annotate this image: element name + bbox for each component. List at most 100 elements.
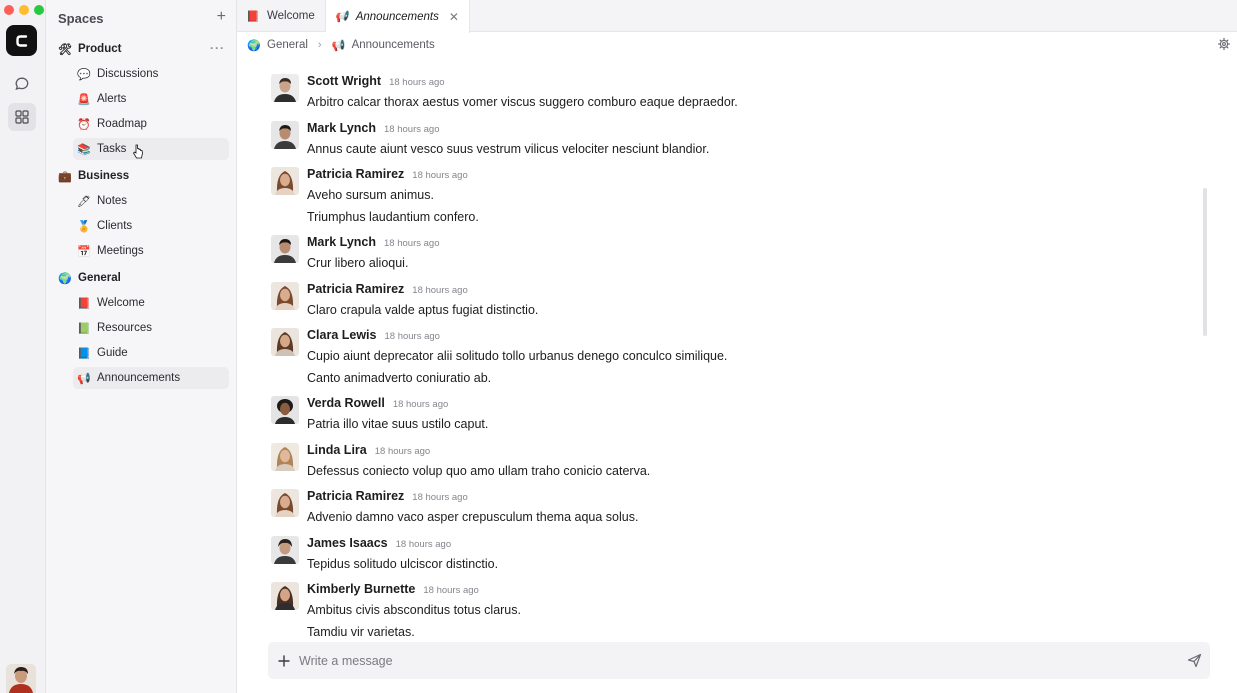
sidebar-item-label: Guide xyxy=(97,347,128,359)
sidebar-item-meetings[interactable]: 📅 Meetings xyxy=(73,240,229,262)
message-text: Advenio damno vaco asper crepusculum the… xyxy=(307,510,639,524)
message-timestamp: 18 hours ago xyxy=(395,539,452,550)
message-author[interactable]: Clara Lewis xyxy=(307,328,376,342)
user-avatar[interactable] xyxy=(6,664,36,693)
sidebar-item-label: Clients xyxy=(97,220,133,232)
avatar[interactable] xyxy=(271,328,299,356)
avatar[interactable] xyxy=(271,536,299,564)
message-timestamp: 18 hours ago xyxy=(392,399,449,410)
message-composer: Write a message xyxy=(268,642,1210,679)
avatar[interactable] xyxy=(271,74,299,102)
message-timestamp: 18 hours ago xyxy=(389,77,445,88)
books-icon: 📚 xyxy=(77,143,91,156)
message-author[interactable]: Mark Lynch xyxy=(307,121,376,135)
message-input[interactable]: Write a message xyxy=(299,654,1187,668)
sidebar-item-resources[interactable]: 📗 Resources xyxy=(73,317,229,339)
more-options-button[interactable]: ··· xyxy=(210,41,225,55)
message-author[interactable]: James Isaacs xyxy=(307,536,388,550)
sidebar-item-roadmap[interactable]: ⏰ Roadmap xyxy=(73,113,229,135)
app-logo[interactable] xyxy=(6,25,37,56)
message-timestamp: 18 hours ago xyxy=(412,492,468,503)
siren-icon: 🚨 xyxy=(77,93,91,106)
message-text: Crur libero alioqui. xyxy=(307,256,409,270)
plus-icon[interactable] xyxy=(278,654,290,667)
group-label: Business xyxy=(78,170,130,182)
sidebar-item-discussions[interactable]: 💬 Discussions xyxy=(73,63,229,85)
megaphone-icon: 📢 xyxy=(77,372,91,385)
tab-announcements[interactable]: 📢 Announcements ✕ xyxy=(325,0,470,33)
message-author[interactable]: Linda Lira xyxy=(307,443,367,457)
avatar[interactable] xyxy=(271,396,299,424)
group-product[interactable]: 🛠 Product ··· xyxy=(54,38,229,60)
main-panel: 📕 Welcome 📢 Announcements ✕ 🌍 General › … xyxy=(237,0,1237,693)
message-timestamp: 18 hours ago xyxy=(384,331,440,342)
send-icon[interactable] xyxy=(1187,653,1202,668)
avatar[interactable] xyxy=(271,489,299,517)
add-space-button[interactable]: + xyxy=(217,9,226,25)
sidebar-item-announcements[interactable]: 📢 Announcements xyxy=(73,367,229,389)
avatar[interactable] xyxy=(271,582,299,610)
message-text: Tamdiu vir varietas. xyxy=(307,625,415,639)
message-author[interactable]: Patricia Ramirez xyxy=(307,489,404,503)
close-tab-button[interactable]: ✕ xyxy=(449,10,459,24)
sidebar-item-alerts[interactable]: 🚨 Alerts xyxy=(73,88,229,110)
spaces-nav-button[interactable] xyxy=(8,103,36,131)
calendar-icon: 📅 xyxy=(77,245,91,258)
message-author[interactable]: Patricia Ramirez xyxy=(307,167,404,181)
message-author[interactable]: Patricia Ramirez xyxy=(307,282,404,296)
avatar[interactable] xyxy=(271,443,299,471)
sidebar-item-notes[interactable]: 🖊 Notes xyxy=(73,190,229,212)
app-rail xyxy=(0,0,46,693)
sidebar-item-label: Discussions xyxy=(97,68,159,80)
green-book-icon: 📗 xyxy=(77,322,91,335)
breadcrumb-parent[interactable]: General xyxy=(267,39,308,51)
globe-icon: 🌍 xyxy=(58,272,72,285)
close-window-button[interactable] xyxy=(4,5,14,15)
message-author[interactable]: Verda Rowell xyxy=(307,396,385,410)
tab-label: Welcome xyxy=(267,10,315,22)
message-author[interactable]: Scott Wright xyxy=(307,74,381,88)
sidebar-item-label: Notes xyxy=(97,195,128,207)
message-timestamp: 18 hours ago xyxy=(384,124,440,135)
avatar[interactable] xyxy=(271,282,299,310)
avatar[interactable] xyxy=(271,121,299,149)
sidebar-item-welcome[interactable]: 📕 Welcome xyxy=(73,292,229,314)
message-author[interactable]: Mark Lynch xyxy=(307,235,376,249)
avatar[interactable] xyxy=(271,235,299,263)
group-general[interactable]: 🌍 General xyxy=(54,267,229,289)
sidebar-item-label: Roadmap xyxy=(97,118,147,130)
message-timestamp: 18 hours ago xyxy=(423,585,479,596)
spaces-sidebar: Spaces + 🛠 Product ··· 💬 Discussions 🚨 A… xyxy=(46,0,237,693)
message-text: Arbitro calcar thorax aestus vomer viscu… xyxy=(307,95,738,109)
sidebar-header: Spaces + xyxy=(58,9,226,27)
chat-nav-button[interactable] xyxy=(8,70,36,98)
message-timestamp: 18 hours ago xyxy=(412,285,468,296)
scrollbar-thumb[interactable] xyxy=(1203,188,1207,336)
group-business[interactable]: 💼 Business xyxy=(54,165,229,187)
window-controls xyxy=(4,5,44,15)
message-text: Patria illo vitae suus ustilo caput. xyxy=(307,417,489,431)
sidebar-item-label: Announcements xyxy=(97,372,181,384)
message-text: Ambitus civis absconditus totus clarus. xyxy=(307,603,521,617)
breadcrumb: 🌍 General › 📢 Announcements xyxy=(247,38,435,52)
gear-icon[interactable] xyxy=(1218,38,1230,50)
sidebar-title: Spaces xyxy=(58,11,104,26)
message-timestamp: 18 hours ago xyxy=(384,238,440,249)
sidebar-item-guide[interactable]: 📘 Guide xyxy=(73,342,229,364)
speech-bubble-icon: 💬 xyxy=(77,68,91,81)
sidebar-item-clients[interactable]: 🏅 Clients xyxy=(73,215,229,237)
message-list[interactable]: Scott Wright 18 hours ago Arbitro calcar… xyxy=(237,66,1237,639)
zoom-window-button[interactable] xyxy=(34,5,44,15)
message-text: Defessus coniecto volup quo amo ullam tr… xyxy=(307,464,651,478)
briefcase-icon: 💼 xyxy=(58,170,72,183)
tab-bar: 📕 Welcome 📢 Announcements ✕ xyxy=(237,0,1237,33)
minimize-window-button[interactable] xyxy=(19,5,29,15)
sidebar-item-label: Welcome xyxy=(97,297,145,309)
avatar[interactable] xyxy=(271,167,299,195)
sidebar-item-label: Resources xyxy=(97,322,152,334)
tab-welcome[interactable]: 📕 Welcome xyxy=(237,0,326,32)
message-author[interactable]: Kimberly Burnette xyxy=(307,582,415,596)
red-book-icon: 📕 xyxy=(77,297,91,310)
sidebar-item-tasks[interactable]: 📚 Tasks xyxy=(73,138,229,160)
message-text: Annus caute aiunt vesco suus vestrum vil… xyxy=(307,142,710,156)
